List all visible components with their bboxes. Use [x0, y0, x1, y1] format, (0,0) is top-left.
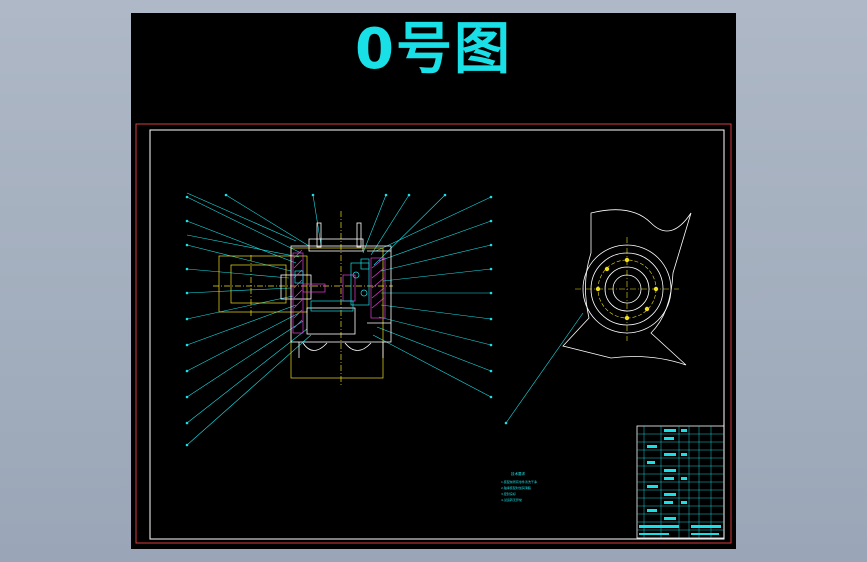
- leader-lines-right: [312, 194, 492, 398]
- side-view: [504, 209, 692, 425]
- leader-dots: [185, 193, 493, 447]
- notes-heading: 技术要求: [511, 471, 525, 476]
- note-line: 3.密封良好: [501, 491, 516, 496]
- drawing-canvas: 技术要求 1.装配前所有零件清洗干净 2.轴承装配时加润滑脂 3.密封良好 4.…: [135, 123, 732, 544]
- bom-table: [636, 425, 725, 539]
- inner-border: [149, 129, 725, 540]
- assembly-section-view: [213, 211, 393, 385]
- note-line: 4.试运转无异常: [501, 497, 522, 502]
- technical-notes: 技术要求 1.装配前所有零件清洗干净 2.轴承装配时加润滑脂 3.密封良好 4.…: [501, 471, 537, 502]
- cad-viewport[interactable]: 0号图 技术要求 1.装配前所有零件清洗干净 2.轴承装配时加润滑脂 3.密封良…: [131, 13, 736, 549]
- leader-lines-left: [186, 192, 312, 446]
- note-line: 1.装配前所有零件清洗干净: [501, 479, 537, 484]
- note-line: 2.轴承装配时加润滑脂: [501, 485, 531, 490]
- outer-border: [135, 123, 732, 544]
